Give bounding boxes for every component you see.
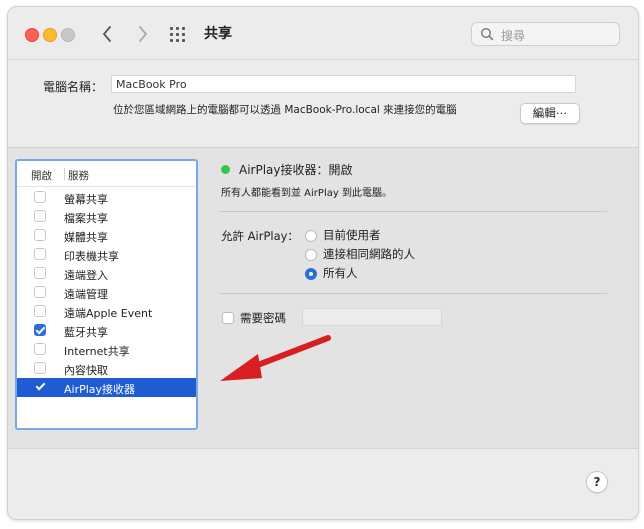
divider bbox=[219, 293, 607, 294]
service-rows: 螢幕共享檔案共享媒體共享印表機共享遠端登入遠端管理遠端Apple Event 藍牙… bbox=[17, 188, 196, 397]
service-status-description: 所有人都能看到並 AirPlay 到此電腦。 bbox=[221, 188, 392, 199]
service-label: 螢幕共享 bbox=[64, 193, 108, 206]
service-checkbox[interactable] bbox=[34, 381, 46, 393]
service-label: Internet共享 bbox=[64, 345, 130, 358]
chevron-left-icon bbox=[102, 26, 111, 42]
service-checkbox[interactable] bbox=[34, 324, 46, 336]
radio-current-user[interactable] bbox=[305, 230, 317, 242]
search-placeholder: 搜尋 bbox=[501, 29, 526, 43]
search-field[interactable]: 搜尋 bbox=[471, 22, 620, 46]
list-item[interactable]: 遠端管理 bbox=[17, 283, 196, 302]
service-label: 遠端登入 bbox=[64, 269, 108, 282]
radio-same-network-label[interactable]: 連接相同網路的人 bbox=[323, 246, 415, 262]
list-item[interactable]: AirPlay接收器 bbox=[17, 378, 196, 397]
service-checkbox[interactable] bbox=[34, 191, 46, 203]
service-label: 遠端Apple Event bbox=[64, 307, 153, 320]
list-item[interactable]: 印表機共享 bbox=[17, 245, 196, 264]
list-item[interactable]: 遠端Apple Event bbox=[17, 302, 196, 321]
service-label: 遠端管理 bbox=[64, 288, 108, 301]
list-item[interactable]: 藍牙共享 bbox=[17, 321, 196, 340]
list-item[interactable]: 檔案共享 bbox=[17, 207, 196, 226]
services-list[interactable]: 開啟 服務 螢幕共享檔案共享媒體共享印表機共享遠端登入遠端管理遠端Apple E… bbox=[15, 159, 198, 430]
radio-current-user-label[interactable]: 目前使用者 bbox=[323, 227, 381, 243]
service-checkbox[interactable] bbox=[34, 229, 46, 241]
radio-everyone-label[interactable]: 所有人 bbox=[323, 265, 358, 281]
back-button[interactable] bbox=[94, 21, 120, 47]
service-checkbox[interactable] bbox=[34, 210, 46, 222]
show-all-grid-icon[interactable] bbox=[168, 24, 188, 44]
services-list-header: 開啟 服務 bbox=[17, 161, 196, 187]
window-title: 共享 bbox=[204, 26, 232, 42]
service-label: 檔案共享 bbox=[64, 212, 108, 225]
close-window-button[interactable] bbox=[25, 28, 39, 42]
bottom-bar bbox=[8, 448, 638, 519]
list-item[interactable]: 內容快取 bbox=[17, 359, 196, 378]
local-hostname-info: 位於您區域網路上的電腦都可以透過 MacBook-Pro.local 來連接您的… bbox=[113, 104, 457, 116]
list-item[interactable]: Internet共享 bbox=[17, 340, 196, 359]
service-label: 藍牙共享 bbox=[64, 326, 108, 339]
forward-button[interactable] bbox=[130, 21, 156, 47]
service-checkbox[interactable] bbox=[34, 286, 46, 298]
header-service[interactable]: 服務 bbox=[68, 168, 89, 183]
require-password-label[interactable]: 需要密碼 bbox=[240, 310, 286, 326]
service-label: 媒體共享 bbox=[64, 231, 108, 244]
divider bbox=[219, 211, 607, 212]
list-item[interactable]: 螢幕共享 bbox=[17, 188, 196, 207]
zoom-window-button[interactable] bbox=[61, 28, 75, 42]
edit-hostname-button[interactable]: 編輯⋯ bbox=[520, 103, 580, 124]
service-status: AirPlay接收器：開啟 bbox=[239, 163, 353, 177]
password-field[interactable] bbox=[302, 308, 442, 326]
service-checkbox[interactable] bbox=[34, 343, 46, 355]
require-password-checkbox[interactable] bbox=[222, 312, 234, 324]
header-enable[interactable]: 開啟 bbox=[31, 168, 52, 183]
service-checkbox[interactable] bbox=[34, 267, 46, 279]
service-checkbox[interactable] bbox=[34, 248, 46, 260]
service-label: 內容快取 bbox=[64, 364, 108, 377]
help-button[interactable]: ? bbox=[586, 471, 608, 493]
list-item[interactable]: 媒體共享 bbox=[17, 226, 196, 245]
service-label: AirPlay接收器 bbox=[64, 383, 136, 396]
titlebar: 共享 搜尋 bbox=[8, 7, 638, 60]
service-checkbox[interactable] bbox=[34, 305, 46, 317]
list-item[interactable]: 遠端登入 bbox=[17, 264, 196, 283]
computer-name-label: 電腦名稱： bbox=[43, 80, 104, 94]
allow-airplay-label: 允許 AirPlay： bbox=[221, 229, 299, 243]
service-checkbox[interactable] bbox=[34, 362, 46, 374]
radio-same-network[interactable] bbox=[305, 249, 317, 261]
computer-name-input[interactable]: MacBook Pro bbox=[111, 75, 576, 93]
service-label: 印表機共享 bbox=[64, 250, 119, 263]
radio-everyone[interactable] bbox=[305, 268, 317, 280]
annotation-arrow-icon bbox=[220, 335, 331, 381]
search-icon bbox=[480, 27, 494, 41]
header-divider bbox=[64, 168, 65, 180]
status-indicator-icon bbox=[221, 165, 230, 174]
minimize-window-button[interactable] bbox=[43, 28, 57, 42]
chevron-right-icon bbox=[139, 26, 148, 42]
